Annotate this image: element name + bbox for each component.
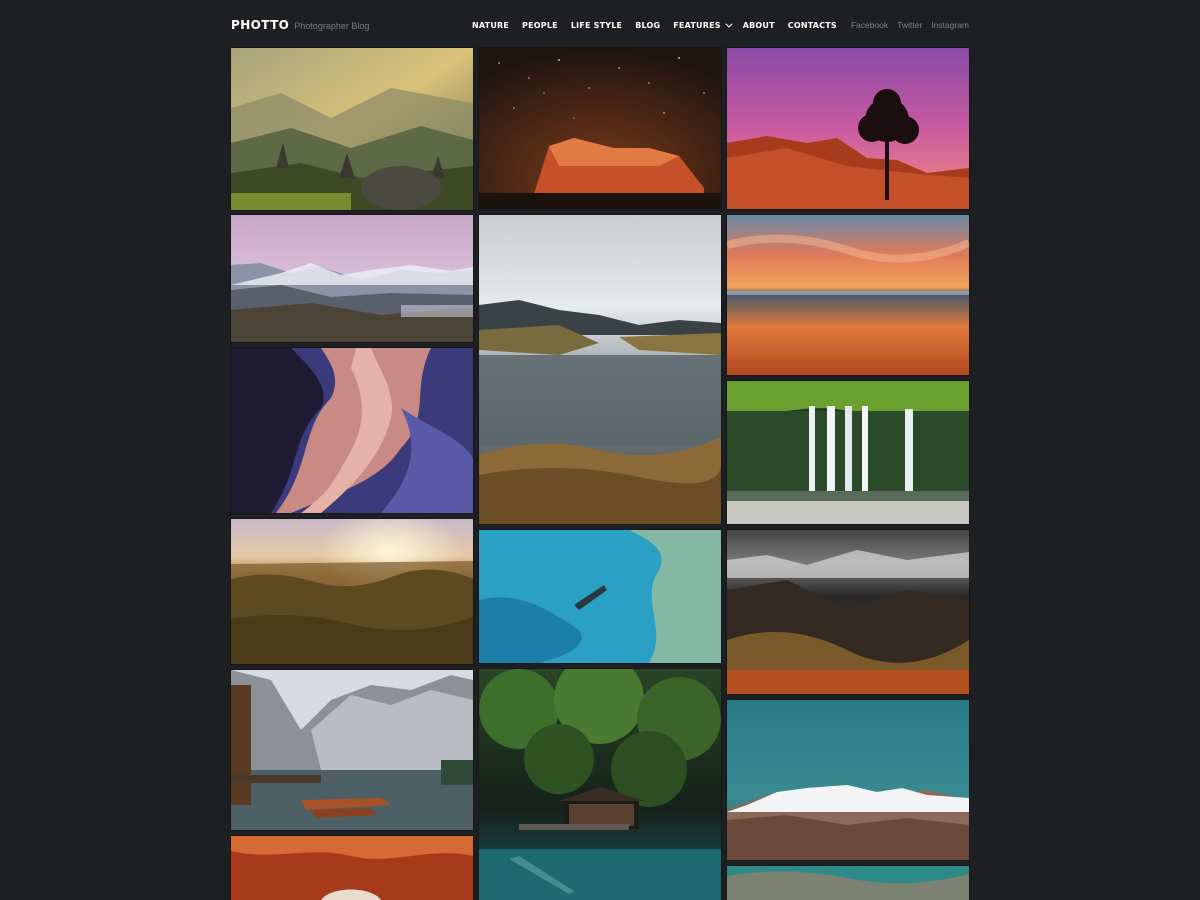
social-link-instagram[interactable]: Instagram [931, 20, 969, 30]
nav-item-blog[interactable]: BLOG [635, 21, 660, 30]
chevron-down-icon [725, 20, 733, 28]
nav-item-about[interactable]: ABOUT [743, 21, 775, 30]
gallery-photo-beach-sunset[interactable] [727, 215, 969, 375]
social-link-twitter[interactable]: Twitter [897, 20, 922, 30]
gallery-photo-turquoise-water[interactable] [727, 866, 969, 900]
gallery-photo-waterfall[interactable] [727, 381, 969, 524]
nav-item-life-style[interactable]: LIFE STYLE [571, 21, 622, 30]
page: PHOTTO Photographer Blog NATURE PEOPLE L… [0, 0, 1200, 900]
nav-item-features-label: FEATURES [673, 20, 721, 30]
gallery-photo-slot-canyon[interactable] [231, 348, 473, 513]
nav-item-nature[interactable]: NATURE [472, 21, 509, 30]
gallery-photo-lake-boats[interactable] [231, 670, 473, 830]
gallery-photo-mountain-valley[interactable] [231, 48, 473, 210]
gallery-photo-purple-sunset-tree[interactable] [727, 48, 969, 209]
site-logo[interactable]: PHOTTO [231, 18, 289, 32]
social-links: Facebook Twitter Instagram [851, 12, 969, 38]
nav-item-features[interactable]: FEATURES [673, 20, 733, 30]
social-link-facebook[interactable]: Facebook [851, 20, 888, 30]
gallery-photo-forest-cabin[interactable] [479, 669, 721, 900]
gallery-photo-reflecting-lake[interactable] [479, 215, 721, 524]
nav-item-contacts[interactable]: CONTACTS [788, 21, 837, 30]
site-tagline: Photographer Blog [294, 21, 370, 31]
gallery-photo-red-arch[interactable] [231, 836, 473, 900]
gallery-photo-aerial-shipwreck[interactable] [479, 530, 721, 663]
site-header: PHOTTO Photographer Blog NATURE PEOPLE L… [231, 12, 969, 38]
brand[interactable]: PHOTTO Photographer Blog [231, 18, 369, 32]
gallery-photo-autumn-mountains[interactable] [727, 530, 969, 694]
gallery-photo-alpine-lake[interactable] [231, 215, 473, 342]
nav-item-people[interactable]: PEOPLE [522, 21, 558, 30]
gallery-photo-starry-rock[interactable] [479, 48, 721, 209]
gallery-photo-snowy-peaks[interactable] [727, 700, 969, 860]
main-nav: NATURE PEOPLE LIFE STYLE BLOG FEATURES A… [472, 12, 850, 38]
gallery-photo-sunrise-forest[interactable] [231, 519, 473, 664]
